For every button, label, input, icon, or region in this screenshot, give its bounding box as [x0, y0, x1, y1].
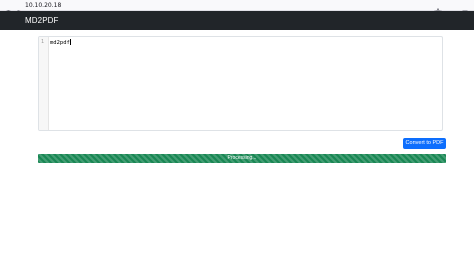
line-number-gutter: 1: [39, 37, 49, 130]
navbar-brand[interactable]: MD2PDF: [25, 15, 59, 26]
menu-icon[interactable]: [462, 2, 468, 17]
text-caret: [70, 39, 71, 45]
progress-label: Processing...: [227, 155, 257, 161]
progress-bar-track: Processing...: [38, 154, 446, 163]
editor-text: md2pdf: [50, 40, 70, 46]
convert-to-pdf-button[interactable]: Convert to PDF: [403, 138, 446, 149]
app-navbar: MD2PDF: [0, 11, 474, 30]
line-number: 1: [41, 39, 45, 45]
star-icon[interactable]: [433, 1, 443, 16]
browser-toolbar: 10.10.20.18: [0, 0, 474, 17]
editor-content[interactable]: md2pdf: [50, 39, 71, 47]
address-bar-url[interactable]: 10.10.20.18: [25, 1, 61, 10]
markdown-editor[interactable]: 1 md2pdf: [38, 36, 443, 131]
lock-icon[interactable]: [15, 2, 22, 17]
shield-icon[interactable]: [5, 2, 12, 17]
